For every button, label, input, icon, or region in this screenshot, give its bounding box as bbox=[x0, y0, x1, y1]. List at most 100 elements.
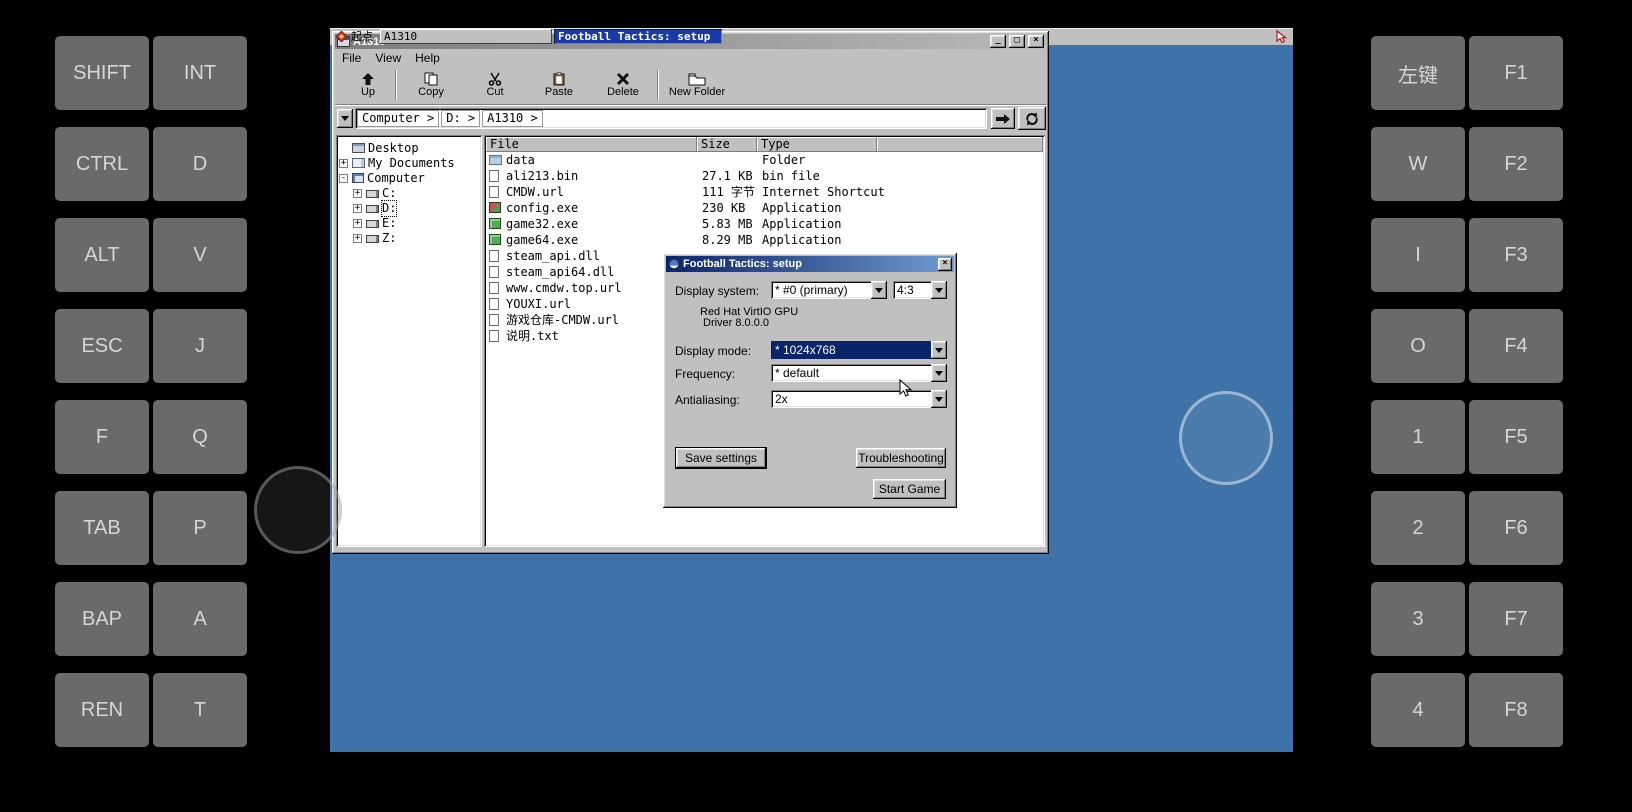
column-header-type[interactable]: Type bbox=[757, 137, 877, 152]
address-field[interactable]: Computer > D: > A1310 > bbox=[355, 108, 987, 129]
chevron-down-icon[interactable] bbox=[931, 341, 947, 359]
delete-button[interactable]: Delete bbox=[591, 67, 655, 103]
remote-cursor-tray-icon[interactable] bbox=[1275, 30, 1288, 43]
column-header-size[interactable]: Size bbox=[697, 137, 757, 152]
key-f8[interactable]: F8 bbox=[1469, 673, 1563, 747]
aspect-ratio-select[interactable]: 4:3 bbox=[893, 281, 947, 299]
key-4[interactable]: 4 bbox=[1371, 673, 1465, 747]
right-joystick[interactable] bbox=[1179, 391, 1273, 485]
refresh-button[interactable] bbox=[1018, 107, 1046, 130]
collapse-toggle[interactable]: - bbox=[339, 174, 348, 183]
maximize-button[interactable]: □ bbox=[1009, 35, 1025, 48]
save-settings-button[interactable]: Save settings bbox=[675, 447, 767, 469]
file-row-cmdw-url[interactable]: CMDW.url 111 字节 Internet Shortcut bbox=[486, 184, 1043, 200]
breadcrumb-computer[interactable]: Computer > bbox=[357, 110, 440, 127]
start-game-button[interactable]: Start Game bbox=[873, 479, 946, 499]
frequency-select[interactable]: * default bbox=[771, 364, 947, 382]
key-q[interactable]: Q bbox=[153, 400, 247, 474]
tree-item-computer[interactable]: - Computer bbox=[336, 171, 482, 186]
start-icon[interactable] bbox=[336, 31, 347, 42]
start-button[interactable]: 起点 bbox=[351, 29, 373, 46]
up-button[interactable]: Up bbox=[343, 67, 393, 103]
cut-button[interactable]: Cut bbox=[463, 67, 527, 103]
tree-item-e-drive[interactable]: + E: bbox=[336, 216, 482, 231]
tree-item-c-drive[interactable]: + C: bbox=[336, 186, 482, 201]
key-1[interactable]: 1 bbox=[1371, 400, 1465, 474]
key-w[interactable]: W bbox=[1371, 127, 1465, 201]
key-v[interactable]: V bbox=[153, 218, 247, 292]
dialog-titlebar[interactable]: Football Tactics: setup × bbox=[666, 256, 954, 272]
key-p[interactable]: P bbox=[153, 491, 247, 565]
key-left-click[interactable]: 左键 bbox=[1371, 36, 1465, 110]
expand-toggle[interactable]: + bbox=[353, 234, 362, 243]
file-row-game64-exe[interactable]: game64.exe 8.29 MB Application bbox=[486, 232, 1043, 248]
column-header-file[interactable]: File bbox=[486, 137, 697, 152]
key-f4[interactable]: F4 bbox=[1469, 309, 1563, 383]
close-button[interactable]: × bbox=[1028, 35, 1044, 48]
left-joystick[interactable] bbox=[254, 466, 342, 554]
address-dropdown-button[interactable] bbox=[337, 109, 353, 128]
minimize-button[interactable]: _ bbox=[990, 35, 1006, 48]
expand-toggle[interactable]: + bbox=[353, 189, 362, 198]
chevron-down-icon[interactable] bbox=[931, 364, 947, 382]
key-3[interactable]: 3 bbox=[1371, 582, 1465, 656]
application-icon bbox=[489, 234, 501, 245]
column-header-blank[interactable] bbox=[877, 137, 1043, 152]
menu-help[interactable]: Help bbox=[408, 51, 447, 65]
key-alt[interactable]: ALT bbox=[55, 218, 149, 292]
taskbar-task-a1310[interactable]: A1310 bbox=[380, 29, 552, 44]
breadcrumb-a1310[interactable]: A1310 > bbox=[482, 110, 543, 127]
key-bap[interactable]: BAP bbox=[55, 582, 149, 656]
key-f2[interactable]: F2 bbox=[1469, 127, 1563, 201]
key-ren[interactable]: REN bbox=[55, 673, 149, 747]
expand-toggle[interactable]: + bbox=[353, 219, 362, 228]
toolbar-label-copy: Copy bbox=[418, 85, 444, 98]
key-a[interactable]: A bbox=[153, 582, 247, 656]
key-i[interactable]: I bbox=[1371, 218, 1465, 292]
key-d[interactable]: D bbox=[153, 127, 247, 201]
display-mode-select[interactable]: * 1024x768 bbox=[771, 341, 947, 359]
key-shift[interactable]: SHIFT bbox=[55, 36, 149, 110]
key-f5[interactable]: F5 bbox=[1469, 400, 1563, 474]
tree-item-d-drive[interactable]: + D: bbox=[336, 200, 482, 217]
file-row-data[interactable]: data Folder bbox=[486, 152, 1043, 168]
key-f[interactable]: F bbox=[55, 400, 149, 474]
chevron-down-icon[interactable] bbox=[931, 281, 947, 299]
expand-toggle[interactable]: + bbox=[339, 159, 348, 168]
key-ctrl[interactable]: CTRL bbox=[55, 127, 149, 201]
file-size: 5.83 MB bbox=[702, 217, 753, 231]
key-esc[interactable]: ESC bbox=[55, 309, 149, 383]
key-t[interactable]: T bbox=[153, 673, 247, 747]
key-tab[interactable]: TAB bbox=[55, 491, 149, 565]
paste-button[interactable]: Paste bbox=[527, 67, 591, 103]
copy-button[interactable]: Copy bbox=[399, 67, 463, 103]
file-row-game32-exe[interactable]: game32.exe 5.83 MB Application bbox=[486, 216, 1043, 232]
file-row-ali213[interactable]: ali213.bin 27.1 KB bin file bbox=[486, 168, 1043, 184]
key-j[interactable]: J bbox=[153, 309, 247, 383]
key-2[interactable]: 2 bbox=[1371, 491, 1465, 565]
antialiasing-select[interactable]: 2x bbox=[771, 390, 947, 408]
key-int[interactable]: INT bbox=[153, 36, 247, 110]
go-button[interactable] bbox=[991, 108, 1015, 129]
menu-view[interactable]: View bbox=[368, 51, 408, 65]
file-row-config-exe[interactable]: config.exe 230 KB Application bbox=[486, 200, 1043, 216]
menu-file[interactable]: File bbox=[335, 51, 368, 65]
key-f7[interactable]: F7 bbox=[1469, 582, 1563, 656]
key-f6[interactable]: F6 bbox=[1469, 491, 1563, 565]
key-o[interactable]: O bbox=[1371, 309, 1465, 383]
chevron-down-icon[interactable] bbox=[931, 390, 947, 408]
key-f3[interactable]: F3 bbox=[1469, 218, 1563, 292]
mouse-cursor bbox=[899, 379, 912, 397]
troubleshooting-button[interactable]: Troubleshooting bbox=[856, 448, 946, 468]
chevron-down-icon[interactable] bbox=[871, 281, 887, 299]
display-system-select[interactable]: * #0 (primary) bbox=[771, 281, 887, 299]
new-folder-button[interactable]: New Folder bbox=[661, 67, 733, 103]
tree-item-z-drive[interactable]: + Z: bbox=[336, 231, 482, 246]
breadcrumb-d-drive[interactable]: D: > bbox=[441, 110, 481, 127]
taskbar-task-football-tactics[interactable]: Football Tactics: setup bbox=[554, 29, 722, 44]
dialog-close-button[interactable]: × bbox=[938, 257, 952, 271]
tree-item-my-documents[interactable]: + My Documents bbox=[336, 156, 482, 171]
tree-item-desktop[interactable]: Desktop bbox=[336, 141, 482, 156]
key-f1[interactable]: F1 bbox=[1469, 36, 1563, 110]
expand-toggle[interactable]: + bbox=[353, 204, 362, 213]
